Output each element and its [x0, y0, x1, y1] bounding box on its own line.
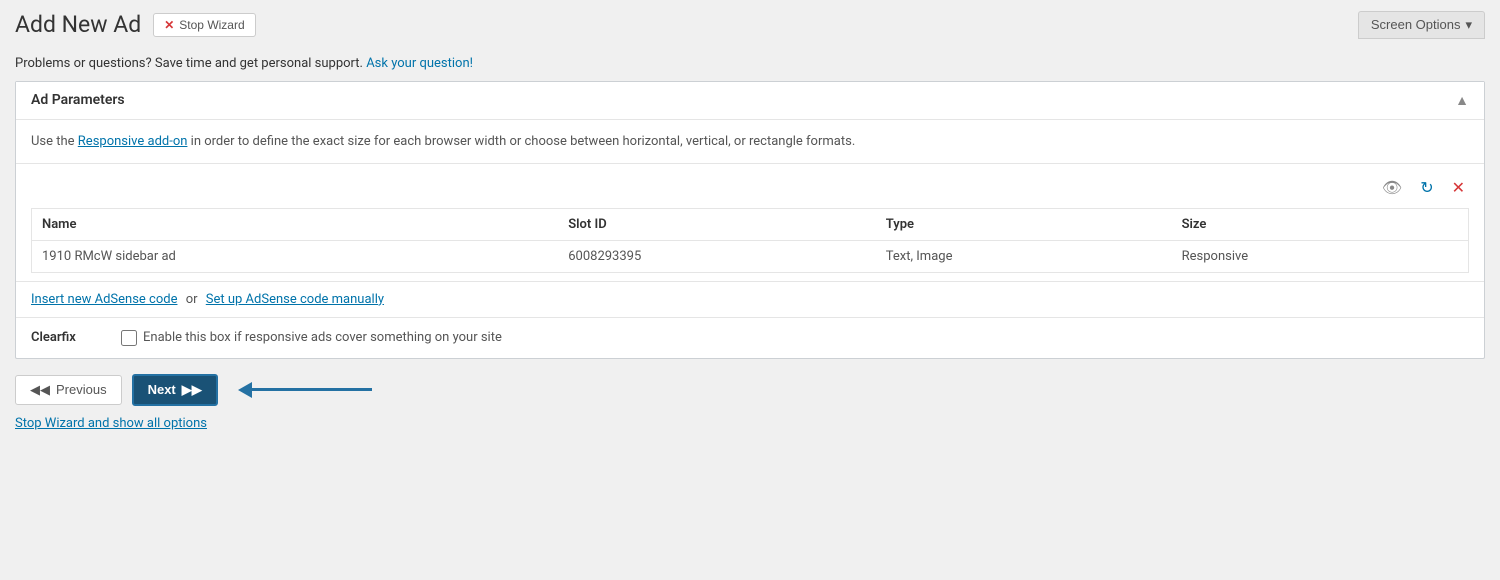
clearfix-checkbox-area: Enable this box if responsive ads cover …	[121, 330, 502, 346]
refresh-icon-button[interactable]: ↻	[1416, 176, 1437, 200]
cell-size: Responsive	[1172, 240, 1469, 272]
stop-wizard-link-area: Stop Wizard and show all options	[0, 416, 1500, 446]
cell-type: Text, Image	[876, 240, 1172, 272]
page-title: Add New Ad	[15, 10, 141, 40]
stop-wizard-label: Stop Wizard	[179, 18, 244, 32]
collapse-arrow-icon[interactable]: ▲	[1455, 92, 1469, 109]
next-button[interactable]: Next ▶▶	[132, 374, 218, 406]
refresh-icon: ↻	[1420, 180, 1433, 197]
card-header: Ad Parameters ▲	[16, 82, 1484, 120]
view-icon-button[interactable]: 👁	[1378, 176, 1406, 200]
col-type: Type	[876, 208, 1172, 240]
col-name: Name	[32, 208, 559, 240]
support-bar: Problems or questions? Save time and get…	[0, 48, 1500, 81]
ask-question-link[interactable]: Ask your question!	[366, 56, 473, 71]
arrow-line	[252, 388, 372, 391]
arrow-annotation	[238, 382, 372, 398]
clearfix-label: Clearfix	[31, 330, 111, 345]
previous-label: Previous	[56, 382, 107, 397]
previous-button[interactable]: ◀◀ Previous	[15, 375, 122, 405]
delete-icon-button[interactable]: ✕	[1448, 176, 1469, 200]
col-slot-id: Slot ID	[558, 208, 876, 240]
stop-wizard-button[interactable]: ✕ Stop Wizard	[153, 13, 255, 37]
card-description: Use the Responsive add-on in order to de…	[16, 120, 1484, 164]
screen-options-chevron-icon: ▾	[1465, 17, 1472, 33]
eye-icon: 👁	[1382, 180, 1402, 197]
main-card: Ad Parameters ▲ Use the Responsive add-o…	[15, 81, 1485, 359]
setup-manual-link[interactable]: Set up AdSense code manually	[206, 292, 384, 307]
clearfix-checkbox[interactable]	[121, 330, 137, 346]
col-size: Size	[1172, 208, 1469, 240]
table-row: 1910 RMcW sidebar ad 6008293395 Text, Im…	[32, 240, 1469, 272]
top-bar: Add New Ad ✕ Stop Wizard Screen Options …	[0, 0, 1500, 48]
next-label: Next	[148, 382, 176, 397]
table-header-row: Name Slot ID Type Size	[32, 208, 1469, 240]
prev-arrow-icon: ◀◀	[30, 382, 50, 398]
description-text-after: in order to define the exact size for ea…	[187, 134, 855, 149]
clearfix-checkbox-label[interactable]: Enable this box if responsive ads cover …	[143, 330, 502, 345]
support-text: Problems or questions? Save time and get…	[15, 56, 363, 71]
stop-wizard-show-all-link[interactable]: Stop Wizard and show all options	[15, 416, 207, 431]
screen-options-label: Screen Options	[1371, 17, 1461, 32]
insert-links-row: Insert new AdSense code or Set up AdSens…	[16, 282, 1484, 318]
clearfix-row: Clearfix Enable this box if responsive a…	[16, 318, 1484, 358]
table-section: 👁 ↻ ✕ Name Slot ID Type Size 1910 RMcW s	[16, 164, 1484, 282]
description-text-before: Use the	[31, 134, 78, 149]
page-title-area: Add New Ad ✕ Stop Wizard	[15, 10, 256, 40]
stop-wizard-x-icon: ✕	[164, 18, 174, 32]
next-arrow-icon: ▶▶	[182, 382, 202, 398]
cell-name: 1910 RMcW sidebar ad	[32, 240, 559, 272]
card-header-title: Ad Parameters	[31, 92, 125, 108]
insert-new-adsense-link[interactable]: Insert new AdSense code	[31, 292, 177, 307]
arrow-head-icon	[238, 382, 252, 398]
ad-table: Name Slot ID Type Size 1910 RMcW sidebar…	[31, 208, 1469, 273]
or-separator: or	[186, 292, 198, 307]
close-icon: ✕	[1452, 180, 1465, 197]
responsive-addon-link[interactable]: Responsive add-on	[78, 134, 188, 149]
cell-slot-id: 6008293395	[558, 240, 876, 272]
table-icons-bar: 👁 ↻ ✕	[31, 176, 1469, 200]
screen-options-button[interactable]: Screen Options ▾	[1358, 11, 1485, 39]
footer-area: ◀◀ Previous Next ▶▶	[0, 359, 1500, 416]
